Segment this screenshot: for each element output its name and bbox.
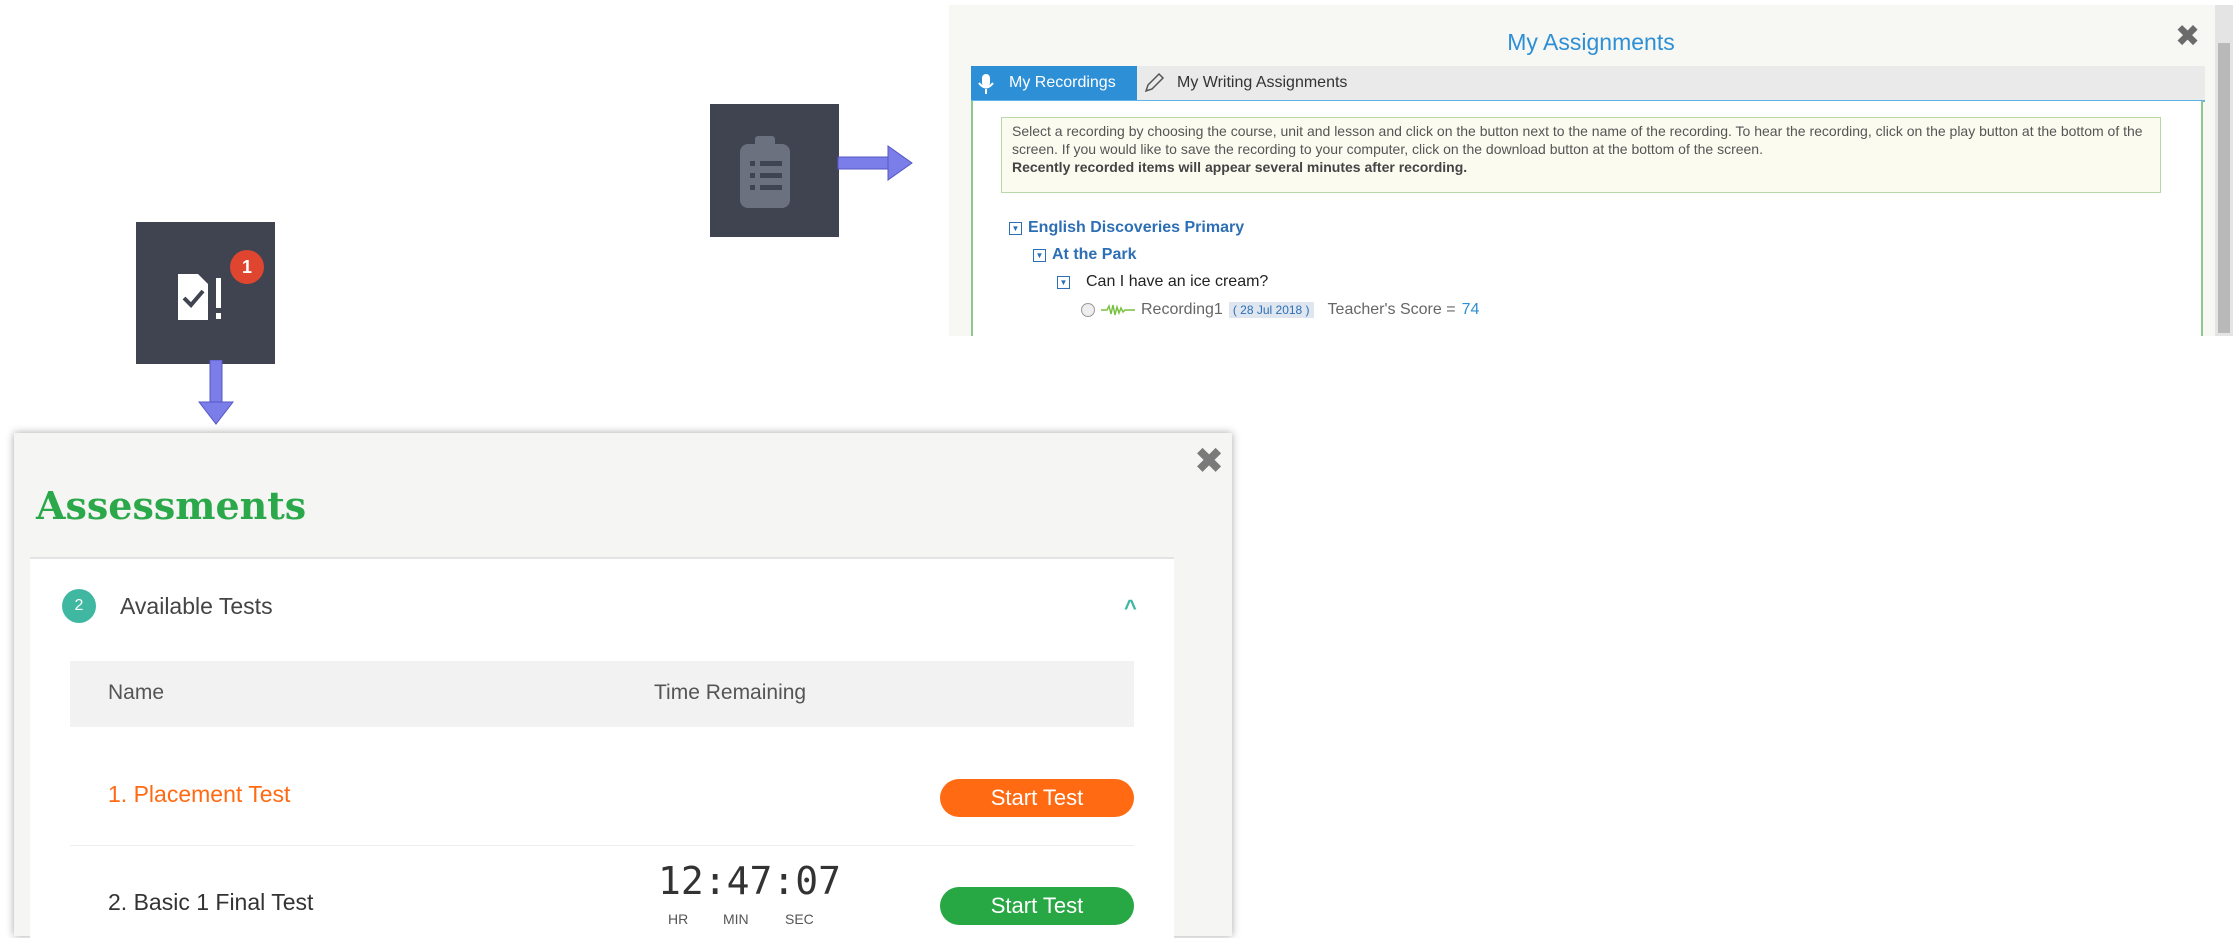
start-placement-test-button[interactable]: Start Test	[940, 779, 1134, 817]
tab-bar: My Recordings My Writing Assignments	[971, 66, 2205, 102]
assessments-tile[interactable]: 1	[136, 222, 275, 364]
table-header: Name Time Remaining	[70, 661, 1134, 727]
arrow-down-icon	[197, 360, 235, 425]
assignments-tile[interactable]	[710, 104, 839, 237]
timer-label-min: MIN	[723, 911, 749, 927]
test-number: 2.	[108, 889, 128, 915]
assessments-title: Assessments	[36, 483, 307, 528]
microphone-icon	[978, 74, 994, 94]
tests-count-badge: 2	[62, 589, 96, 623]
timer-label-hr: HR	[668, 911, 689, 927]
tab-my-recordings[interactable]: My Recordings	[971, 66, 1137, 100]
collapse-icon[interactable]: ▼	[1057, 275, 1070, 289]
notification-badge: 1	[230, 250, 264, 284]
collapse-icon[interactable]: ▼	[1033, 248, 1046, 262]
scrollbar-thumb[interactable]	[2218, 43, 2230, 333]
recording-date: ( 28 Jul 2018 )	[1228, 302, 1314, 318]
unit-name[interactable]: At the Park	[1052, 246, 1136, 264]
instructions-text: Select a recording by choosing the cours…	[1012, 123, 2143, 157]
test-name: Basic 1 Final Test	[133, 889, 314, 915]
lesson-name[interactable]: Can I have an ice cream?	[1086, 273, 1268, 291]
table-row: 1. Placement Test	[108, 781, 290, 808]
close-icon[interactable]: ✖	[2175, 19, 2200, 54]
assignments-title: My Assignments	[1507, 29, 1675, 55]
tree-lesson[interactable]: ▼ Can I have an ice cream?	[1057, 273, 1268, 291]
score-label: Teacher's Score =	[1327, 301, 1456, 318]
column-time-remaining: Time Remaining	[654, 681, 807, 704]
recording-name[interactable]: Recording1	[1141, 301, 1223, 319]
section-title: Available Tests	[120, 593, 273, 619]
assessments-window: ✖ Assessments 2 Available Tests ^ Name T…	[14, 433, 1232, 938]
start-final-test-button[interactable]: Start Test	[940, 887, 1134, 925]
arrow-right-icon	[837, 145, 913, 181]
tab-label: My Recordings	[1009, 74, 1116, 91]
clipboard-icon	[740, 136, 790, 208]
available-tests-panel: 2 Available Tests ^ Name Time Remaining …	[30, 557, 1174, 938]
recording-row[interactable]: Recording1 ( 28 Jul 2018 ) Teacher's Sco…	[1081, 301, 1479, 319]
test-name: Placement Test	[133, 781, 291, 807]
tab-label: My Writing Assignments	[1177, 74, 1348, 91]
timer-label-sec: SEC	[785, 911, 814, 927]
waveform-icon	[1101, 303, 1135, 316]
collapse-chevron-icon[interactable]: ^	[1124, 595, 1137, 621]
collapse-icon[interactable]: ▼	[1009, 221, 1022, 235]
tree-unit[interactable]: ▼ At the Park	[1033, 246, 1136, 264]
assessment-icon	[178, 274, 221, 320]
close-icon[interactable]: ✖	[1194, 441, 1224, 482]
instructions-box: Select a recording by choosing the cours…	[1001, 117, 2161, 193]
countdown-timer: 12:47:07	[658, 859, 842, 903]
course-name[interactable]: English Discoveries Primary	[1028, 219, 1244, 237]
row-divider	[70, 845, 1134, 846]
tab-my-writing-assignments[interactable]: My Writing Assignments	[1141, 66, 1347, 100]
pencil-icon	[1144, 72, 1165, 93]
test-number: 1.	[108, 781, 128, 807]
score-value: 74	[1461, 301, 1480, 318]
radio-button[interactable]	[1081, 303, 1095, 317]
scrollbar[interactable]	[2215, 5, 2233, 336]
table-row: 2. Basic 1 Final Test	[108, 889, 313, 916]
tree-course[interactable]: ▼ English Discoveries Primary	[1009, 219, 1244, 237]
column-name: Name	[108, 681, 165, 704]
my-assignments-window: My Assignments ✖ My Recordings My Writin…	[949, 5, 2233, 336]
instructions-note: Recently recorded items will appear seve…	[1012, 159, 1468, 175]
